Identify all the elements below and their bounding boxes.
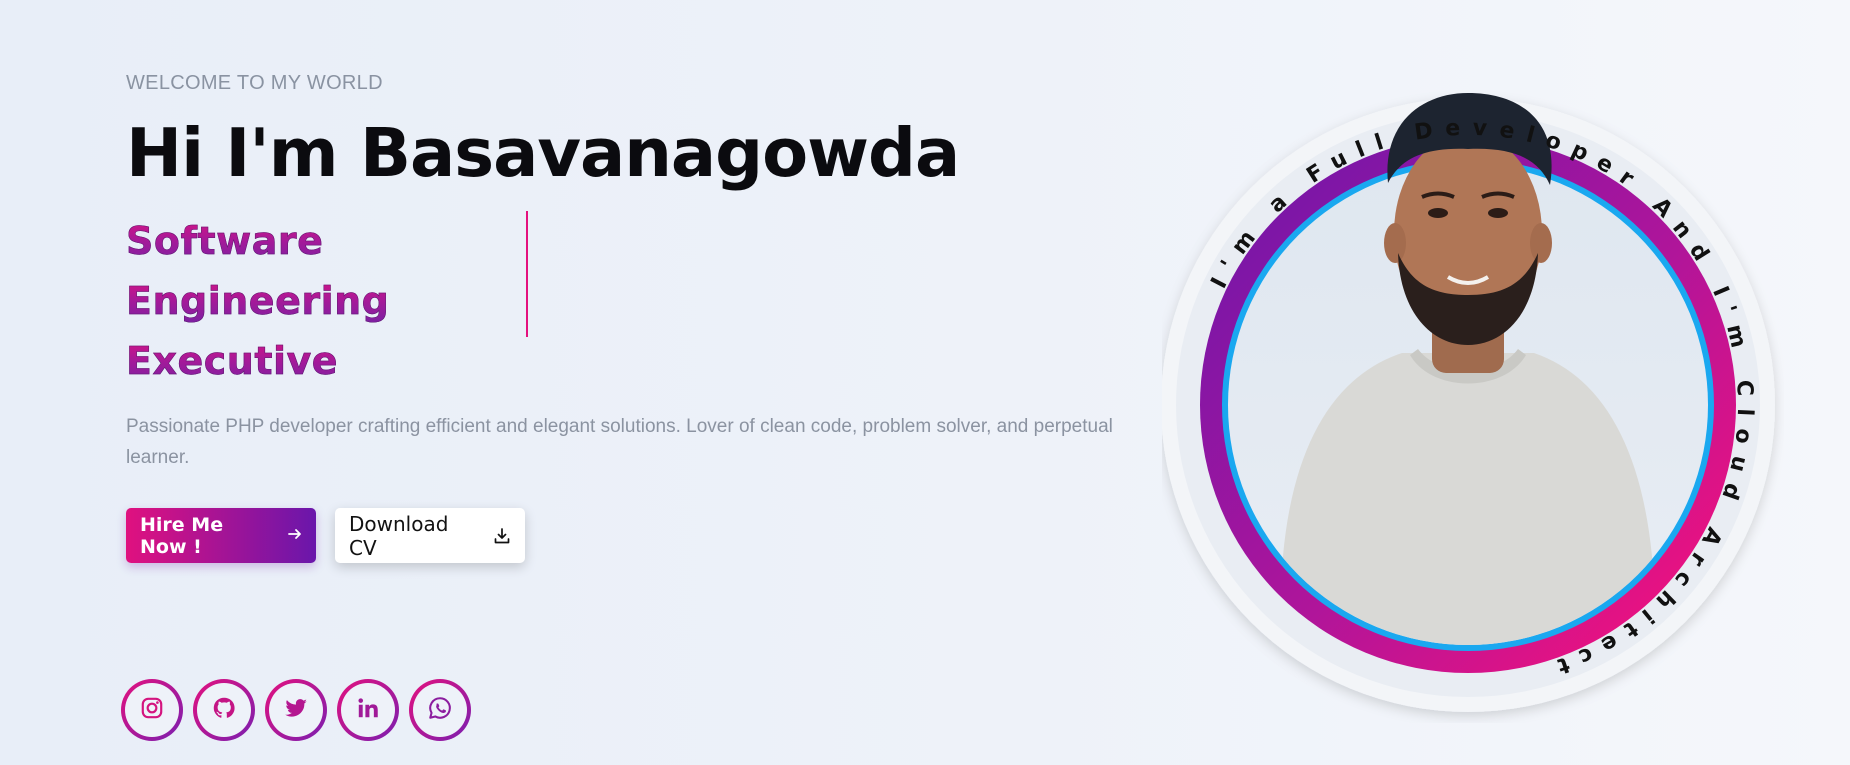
typed-role: Software Engineering Executive — [126, 211, 1126, 401]
download-cv-button[interactable]: Download CV — [335, 508, 525, 563]
role-word-3: Executive — [126, 331, 1126, 391]
typing-cursor — [526, 211, 528, 337]
linkedin-link[interactable] — [337, 679, 399, 741]
twitter-icon — [283, 695, 309, 725]
linkedin-icon — [355, 695, 381, 725]
hero-text-column: WELCOME TO MY WORLD Hi I'm Basavanagowda… — [126, 72, 1126, 473]
arrow-right-icon — [288, 526, 302, 545]
page-title: Hi I'm Basavanagowda — [126, 114, 960, 192]
intro-description: Passionate PHP developer crafting effici… — [126, 416, 1113, 468]
role-word-1: Software — [126, 211, 1126, 271]
github-icon — [211, 695, 237, 725]
instagram-icon — [139, 695, 165, 725]
whatsapp-link[interactable] — [409, 679, 471, 741]
github-link[interactable] — [193, 679, 255, 741]
social-links — [121, 679, 471, 741]
role-word-2: Engineering — [126, 271, 1126, 331]
hero-actions: Hire Me Now ! Download CV — [126, 508, 525, 563]
instagram-link[interactable] — [121, 679, 183, 741]
download-cv-label: Download CV — [349, 511, 449, 560]
welcome-kicker: WELCOME TO MY WORLD — [126, 72, 383, 94]
twitter-link[interactable] — [265, 679, 327, 741]
portrait-badge: I'm a Full Developer And I'm Cloud Archi… — [1162, 63, 1784, 723]
hire-me-button[interactable]: Hire Me Now ! — [126, 508, 316, 563]
hire-me-label: Hire Me Now ! — [140, 513, 224, 558]
portrait-ring: I'm a Full Developer And I'm Cloud Archi… — [1162, 93, 1775, 712]
whatsapp-icon — [427, 695, 453, 725]
download-icon — [493, 527, 511, 545]
